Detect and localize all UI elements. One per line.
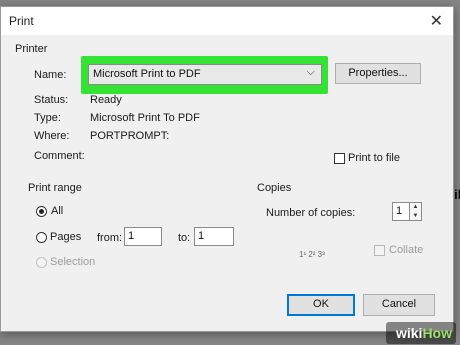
chevron-down-icon: ⌵ <box>306 66 315 78</box>
selection-radio[interactable] <box>36 257 47 268</box>
ok-button[interactable]: OK <box>287 294 355 316</box>
comment-label: Comment: <box>34 150 85 162</box>
type-value: Microsoft Print To PDF <box>90 112 200 124</box>
from-page-input[interactable]: 1 <box>124 227 162 246</box>
collate-label[interactable]: Collate <box>389 244 423 256</box>
all-radio[interactable] <box>36 206 47 217</box>
pages-radio[interactable] <box>36 232 47 243</box>
all-label[interactable]: All <box>51 205 63 217</box>
cancel-button[interactable]: Cancel <box>363 294 435 316</box>
status-label: Status: <box>34 94 69 106</box>
printer-name-select[interactable]: Microsoft Print to PDF ⌵ <box>88 64 322 85</box>
name-label: Name: <box>34 69 67 81</box>
printer-section-label: Printer <box>15 43 48 55</box>
copies-section-label: Copies <box>257 182 292 194</box>
to-page-input[interactable]: 1 <box>194 227 234 246</box>
where-value: PORTPROMPT: <box>90 130 170 142</box>
status-value: Ready <box>90 94 122 106</box>
number-of-copies-label: Number of copies: <box>266 207 356 219</box>
print-to-file-label[interactable]: Print to file <box>348 152 400 164</box>
copies-stepper[interactable]: ▲ ▼ <box>410 202 422 221</box>
print-to-file-checkbox[interactable] <box>334 153 345 164</box>
watermark-part1: wiki <box>395 325 423 341</box>
pages-label[interactable]: Pages <box>50 231 81 243</box>
dialog-title: Print <box>9 14 34 28</box>
where-label: Where: <box>34 130 70 142</box>
close-icon[interactable]: ✕ <box>430 11 443 31</box>
print-dialog: Print ✕ Printer Name: Microsoft Print to… <box>0 6 454 332</box>
type-label: Type: <box>34 112 61 124</box>
copies-input[interactable]: 1 <box>392 202 410 221</box>
from-label: from: <box>97 232 123 244</box>
to-label: to: <box>178 232 191 244</box>
collate-checkbox[interactable] <box>374 245 385 256</box>
properties-button[interactable]: Properties... <box>335 63 421 84</box>
selection-label[interactable]: Selection <box>50 256 95 268</box>
watermark-part2: How <box>422 325 452 341</box>
wikihow-watermark-logo: wikiHow <box>396 325 452 341</box>
printer-name-value: Microsoft Print to PDF <box>93 68 201 80</box>
collate-illustration-icon: 1¹ 2² 3³ <box>299 250 325 259</box>
print-range-section-label: Print range <box>28 182 82 194</box>
title-bar: Print ✕ <box>1 7 453 35</box>
